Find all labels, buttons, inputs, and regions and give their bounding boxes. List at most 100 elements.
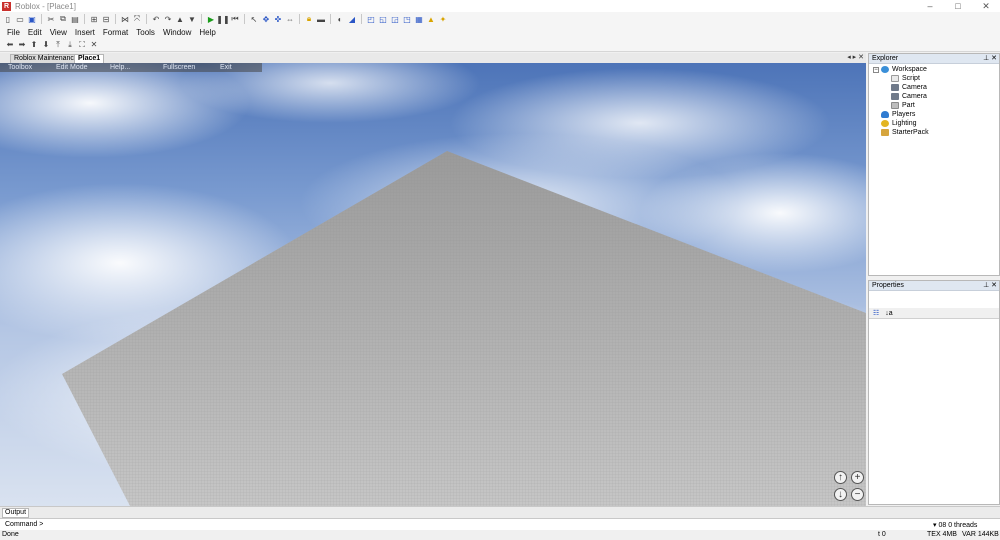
menu-tools[interactable]: Tools	[136, 28, 155, 37]
minimize-icon[interactable]: –	[916, 0, 944, 12]
camera-controls: ↑ + ↓ −	[834, 471, 864, 501]
explorer-header-controls[interactable]: ⊥ ✕	[983, 54, 997, 64]
surface-a-icon[interactable]: ◰	[366, 14, 376, 24]
tree-item-camera-2[interactable]: Camera	[891, 92, 927, 101]
menu-insert[interactable]: Insert	[75, 28, 95, 37]
properties-header-controls[interactable]: ⊥ ✕	[983, 281, 997, 291]
menu-format[interactable]: Format	[103, 28, 128, 37]
tool-b-icon[interactable]: ⤧	[132, 14, 142, 24]
tilt-up-icon[interactable]: ⬆	[29, 40, 39, 50]
drag-icon[interactable]: ✜	[273, 14, 283, 24]
window-title: Roblox - [Place1]	[15, 1, 76, 11]
tree-item-workspace[interactable]: Workspace	[881, 65, 927, 74]
tree-item-lighting[interactable]: Lighting	[881, 119, 917, 128]
menu-bar: File Edit View Insert Format Tools Windo…	[0, 26, 1000, 38]
script-icon	[891, 75, 899, 82]
menu-edit[interactable]: Edit	[28, 28, 42, 37]
tab-roblox-maintenance[interactable]: Roblox Maintenance	[10, 54, 82, 63]
tilt-down-icon[interactable]: ⬇	[41, 40, 51, 50]
play-icon[interactable]: ▶	[206, 14, 216, 24]
camera-zoom-out-icon[interactable]: −	[851, 488, 864, 501]
output-tab[interactable]: Output	[2, 508, 30, 518]
overlay-toolbox[interactable]: Toolbox	[8, 64, 32, 71]
pan-left-icon[interactable]: ⬅	[5, 40, 15, 50]
look-at-icon[interactable]: ✕	[89, 40, 99, 50]
separator	[330, 14, 331, 24]
surface-d-icon[interactable]: ◳	[402, 14, 412, 24]
tab-place1[interactable]: Place1	[74, 54, 105, 63]
lighting-icon	[881, 120, 889, 127]
overlay-exit[interactable]: Exit	[220, 64, 232, 71]
light-icon[interactable]: ▲	[426, 14, 436, 24]
document-tabs: Roblox Maintenance Place1 ◂ ▸ ✕	[0, 53, 866, 63]
color-icon[interactable]: ◐	[335, 14, 345, 24]
zoom-out-icon[interactable]: ⤓	[65, 40, 75, 50]
camera-zoom-in-icon[interactable]: +	[851, 471, 864, 484]
group-icon[interactable]: ⊞	[89, 14, 99, 24]
redo-icon[interactable]: ↷	[163, 14, 173, 24]
select-icon[interactable]: ↖	[249, 14, 259, 24]
undo-icon[interactable]: ↶	[151, 14, 161, 24]
maximize-icon[interactable]: □	[944, 0, 972, 12]
menu-window[interactable]: Window	[163, 28, 191, 37]
resize-icon[interactable]: ⇔	[285, 14, 295, 24]
reset-icon[interactable]: ⏮	[230, 14, 240, 24]
zoom-in-icon[interactable]: ⤒	[53, 40, 63, 50]
overlay-edit-mode[interactable]: Edit Mode	[56, 64, 88, 71]
surface-c-icon[interactable]: ◲	[390, 14, 400, 24]
properties-panel: Properties ⊥ ✕ ☷ ↓a	[868, 280, 1000, 505]
workspace-collapse-icon[interactable]: −	[873, 67, 879, 73]
down-icon[interactable]: ▼	[187, 14, 197, 24]
copy-icon[interactable]: ⧉	[58, 14, 68, 24]
tree-item-players[interactable]: Players	[881, 110, 915, 119]
tree-item-part[interactable]: Part	[891, 101, 915, 110]
sort-alpha-icon[interactable]: ↓a	[885, 310, 892, 317]
overlay-fullscreen[interactable]: Fullscreen	[163, 64, 195, 71]
camera-icon	[891, 93, 899, 100]
output-area: Output	[0, 506, 1000, 518]
tree-item-camera[interactable]: Camera	[891, 83, 927, 92]
separator	[115, 14, 116, 24]
tab-scroll-controls[interactable]: ◂ ▸ ✕	[847, 53, 864, 61]
close-icon[interactable]: ✕	[972, 0, 1000, 12]
status-var: VAR 144KB	[962, 531, 999, 538]
lock-icon[interactable]: 🔒︎	[304, 14, 314, 24]
pause-icon[interactable]: ❚❚	[216, 14, 229, 24]
material-icon[interactable]: ◢	[347, 14, 357, 24]
menu-help[interactable]: Help	[199, 28, 215, 37]
new-icon[interactable]: ▯	[3, 14, 13, 24]
overlay-help[interactable]: Help...	[110, 64, 130, 71]
up-icon[interactable]: ▲	[175, 14, 185, 24]
anchor-icon[interactable]: ▬	[316, 14, 326, 24]
tree-item-label: Camera	[902, 84, 927, 91]
save-icon[interactable]: ▣	[27, 14, 37, 24]
camera-up-icon[interactable]: ↑	[834, 471, 847, 484]
3d-viewport[interactable]: Toolbox Edit Mode Help... Fullscreen Exi…	[0, 63, 866, 506]
properties-title: Properties	[872, 282, 904, 289]
tree-item-label: Lighting	[892, 120, 917, 127]
camera-icon	[891, 84, 899, 91]
tree-item-starterpack[interactable]: StarterPack	[881, 128, 929, 137]
menu-file[interactable]: File	[7, 28, 20, 37]
zoom-extents-icon[interactable]: ⛶	[77, 40, 87, 50]
ungroup-icon[interactable]: ⊟	[101, 14, 111, 24]
pan-right-icon[interactable]: ➡	[17, 40, 27, 50]
surface-b-icon[interactable]: ◱	[378, 14, 388, 24]
title-bar: R Roblox - [Place1] – □ ✕	[0, 0, 1000, 12]
separator	[146, 14, 147, 24]
surface-e-icon[interactable]: ▦	[414, 14, 424, 24]
categorized-icon[interactable]: ☷	[873, 309, 879, 317]
tool-a-icon[interactable]: ⋈	[120, 14, 130, 24]
command-bar[interactable]: Command > ▾ 08 0 threads	[0, 518, 1000, 530]
open-icon[interactable]: ▭	[15, 14, 25, 24]
move-icon[interactable]: ✥	[261, 14, 271, 24]
separator	[201, 14, 202, 24]
spark-icon[interactable]: ✦	[438, 14, 448, 24]
thread-status: ▾ 08 0 threads	[933, 522, 978, 529]
tree-item-script[interactable]: Script	[891, 74, 920, 83]
separator	[84, 14, 85, 24]
paste-icon[interactable]: ▤	[70, 14, 80, 24]
cut-icon[interactable]: ✂	[46, 14, 56, 24]
menu-view[interactable]: View	[50, 28, 67, 37]
camera-down-icon[interactable]: ↓	[834, 488, 847, 501]
